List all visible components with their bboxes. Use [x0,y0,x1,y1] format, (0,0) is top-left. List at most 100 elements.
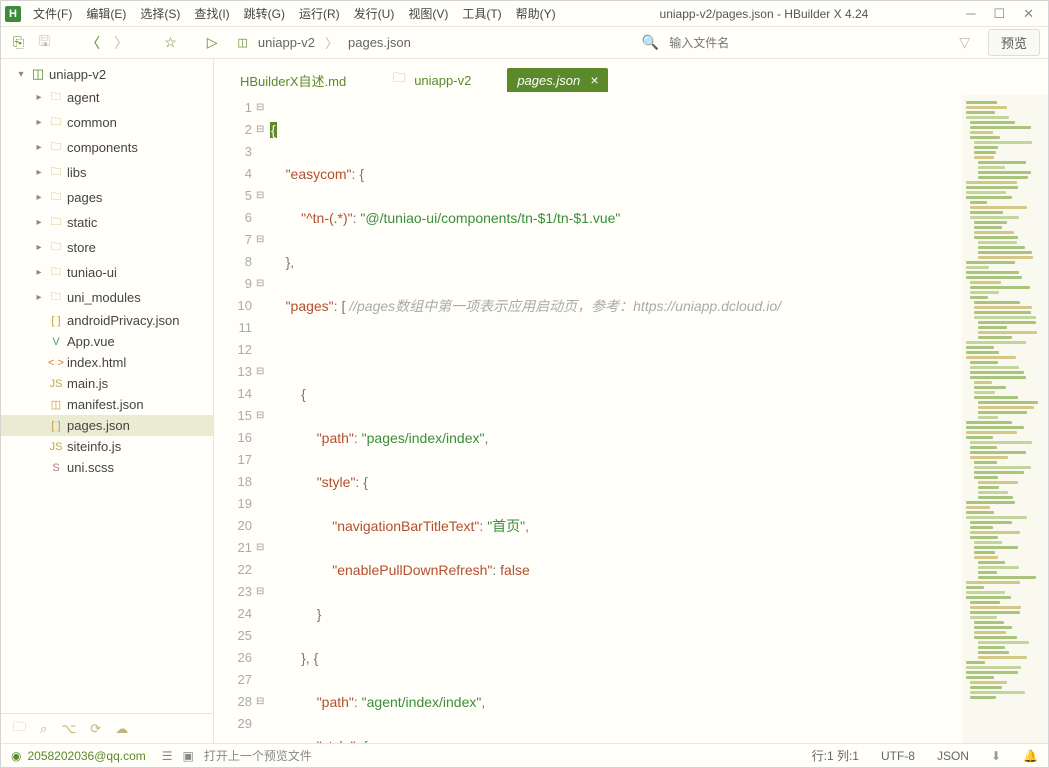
back-icon[interactable]: 〈 [82,31,104,55]
brackets-icon: [ ] [47,420,65,432]
new-file-icon[interactable]: ⎘ [9,32,28,53]
chevron-right-icon[interactable] [31,292,47,303]
tree-item-App-vue[interactable]: VApp.vue [1,331,213,352]
chevron-right-icon[interactable] [31,117,47,128]
tree-root[interactable]: ◫ uniapp-v2 [1,63,213,85]
branch-icon[interactable]: ⌥ [61,721,76,737]
explorer-icon[interactable]: 🗀 [13,718,26,740]
tab-readme[interactable]: HBuilderX自述.md [232,67,354,94]
window-title: uniapp-v2/pages.json - HBuilder X 4.24 [562,7,967,21]
status-position[interactable]: 行:1 列:1 [812,747,859,764]
code-body[interactable]: { "easycom": { "^tn-(.*)": "@/tuniao-ui/… [270,95,962,743]
tree-label: pages.json [67,418,130,433]
save-icon[interactable]: 🖫 [34,29,54,57]
chevron-right-icon[interactable] [31,192,47,203]
menu-run[interactable]: 运行(R) [293,3,346,24]
chevron-right-icon[interactable] [31,142,47,153]
project-icon: ◫ [237,36,247,49]
chevron-right-icon: 〉 [325,33,338,52]
chevron-right-icon[interactable] [31,167,47,178]
status-language[interactable]: JSON [937,749,969,763]
user-icon: ◉ [11,749,21,763]
tree-label: uni.scss [67,460,114,475]
fold-column[interactable]: ⊟⊟⊟⊟⊟⊟⊟⊟⊟⊟ [256,95,270,743]
tree-item-static[interactable]: 🗀static [1,210,213,235]
menu-goto[interactable]: 跳转(G) [238,3,291,24]
folder-icon: 🗀 [47,113,65,132]
minimap[interactable] [962,95,1048,743]
tree-item-common[interactable]: 🗀common [1,110,213,135]
chevron-down-icon[interactable] [13,69,29,80]
maximize-button[interactable]: ☐ [993,6,1005,22]
tree-item-uni-scss[interactable]: Suni.scss [1,457,213,478]
tree-item-libs[interactable]: 🗀libs [1,160,213,185]
sync-icon[interactable]: ⟳ [90,721,101,737]
file-tree[interactable]: ◫ uniapp-v2 🗀agent🗀common🗀components🗀lib… [1,59,213,713]
chevron-right-icon[interactable] [31,92,47,103]
tree-item-pages-json[interactable]: [ ]pages.json [1,415,213,436]
tree-item-androidPrivacy-json[interactable]: [ ]androidPrivacy.json [1,310,213,331]
preview-button[interactable]: 预览 [988,29,1040,56]
menu-tools[interactable]: 工具(T) [456,3,507,24]
search-icon[interactable]: ⌕ [40,721,47,737]
menu-help[interactable]: 帮助(Y) [510,3,562,24]
tree-label: index.html [67,355,126,370]
menu-find[interactable]: 查找(I) [188,3,235,24]
tree-label: manifest.json [67,397,144,412]
chevron-right-icon[interactable] [31,242,47,253]
menu-edit[interactable]: 编辑(E) [80,3,132,24]
tree-item-main-js[interactable]: JSmain.js [1,373,213,394]
sidebar: ◫ uniapp-v2 🗀agent🗀common🗀components🗀lib… [1,59,214,743]
tree-label: tuniao-ui [67,265,117,280]
tree-item-uni_modules[interactable]: 🗀uni_modules [1,285,213,310]
status-user[interactable]: 2058202036@qq.com [27,749,145,763]
folder-icon: 🗀 [47,88,65,107]
bell-icon[interactable]: 🔔 [1023,749,1038,763]
close-icon[interactable]: × [590,72,598,88]
folder-icon: 🗀 [47,213,65,232]
cloud-icon[interactable]: ☁ [115,721,128,737]
menu-select[interactable]: 选择(S) [134,3,186,24]
menu-view[interactable]: 视图(V) [402,3,454,24]
tree-item-tuniao-ui[interactable]: 🗀tuniao-ui [1,260,213,285]
tab-label: HBuilderX自述.md [240,71,346,90]
tree-item-store[interactable]: 🗀store [1,235,213,260]
search-icon[interactable]: 🔍 [638,32,663,53]
status-encoding[interactable]: UTF-8 [881,749,915,763]
filter-icon[interactable]: ▽ [955,32,974,53]
forward-icon[interactable]: 〉 [110,31,132,55]
tree-label: uniapp-v2 [49,67,106,82]
project-icon: ◫ [29,66,47,82]
tab-label: pages.json [517,73,580,88]
star-icon[interactable]: ☆ [160,32,181,53]
tree-item-siteinfo-js[interactable]: JSsiteinfo.js [1,436,213,457]
line-numbers: 1234567891011121314151617181920212223242… [214,95,256,743]
menu-publish[interactable]: 发行(U) [348,3,401,24]
search-input[interactable] [669,36,949,50]
terminal-icon[interactable]: ▣ [183,749,194,763]
window-controls: ─ ☐ ✕ [966,6,1044,22]
tree-label: pages [67,190,102,205]
tab-label: uniapp-v2 [414,73,471,88]
breadcrumb-root[interactable]: uniapp-v2 [252,34,321,51]
list-icon[interactable]: ☰ [162,749,173,763]
download-icon[interactable]: ⬇ [991,749,1001,763]
minimize-button[interactable]: ─ [966,6,975,22]
chevron-right-icon[interactable] [31,267,47,278]
chevron-right-icon[interactable] [31,217,47,228]
run-icon[interactable]: ▷ [203,32,222,53]
angles-icon: < > [47,357,65,369]
tree-item-pages[interactable]: 🗀pages [1,185,213,210]
tab-project[interactable]: 🗀uniapp-v2 [382,65,479,95]
close-button[interactable]: ✕ [1023,6,1034,22]
breadcrumb-file[interactable]: pages.json [342,34,417,51]
code-editor[interactable]: 1234567891011121314151617181920212223242… [214,95,1048,743]
tree-label: androidPrivacy.json [67,313,179,328]
tree-item-agent[interactable]: 🗀agent [1,85,213,110]
menu-file[interactable]: 文件(F) [27,3,78,24]
tree-item-index-html[interactable]: < >index.html [1,352,213,373]
js-icon: JS [47,441,65,453]
tab-pages-json[interactable]: pages.json × [507,68,608,92]
tree-item-manifest-json[interactable]: ◫manifest.json [1,394,213,415]
tree-item-components[interactable]: 🗀components [1,135,213,160]
